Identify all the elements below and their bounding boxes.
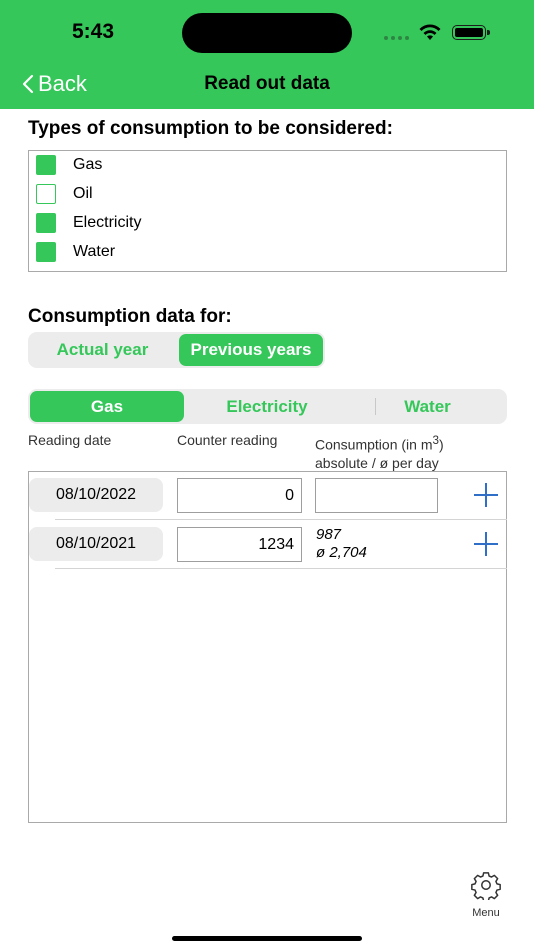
consumption-heading: Consumption data for:: [28, 306, 232, 327]
menu-button[interactable]: Menu: [466, 870, 506, 919]
consumption-input[interactable]: [315, 478, 438, 513]
segment-actual-year[interactable]: Actual year: [30, 334, 175, 366]
type-label: Gas: [73, 156, 103, 173]
type-item-oil[interactable]: Oil: [36, 184, 93, 204]
consumption-header-close: ): [438, 436, 444, 453]
checkbox[interactable]: [36, 184, 56, 204]
tab-gas[interactable]: Gas: [30, 391, 184, 422]
type-label: Electricity: [73, 214, 142, 231]
type-item-water[interactable]: Water: [36, 242, 115, 262]
consumption-header-text: Consumption (in m: [315, 436, 433, 453]
page-title: Read out data: [204, 73, 330, 94]
cellular-signal-icon: [384, 36, 410, 40]
checkbox[interactable]: [36, 155, 56, 175]
consumption-header-subtext: absolute / ø per day: [315, 454, 439, 471]
consumption-type-tabs: Gas Electricity Water: [28, 389, 507, 424]
menu-label: Menu: [472, 907, 500, 919]
consumption-per-day: ø 2,704: [316, 544, 367, 561]
status-time: 5:43: [72, 20, 115, 43]
row-divider: [55, 519, 507, 520]
checkbox[interactable]: [36, 213, 56, 233]
consumption-values: 987 ø 2,704: [316, 526, 367, 562]
column-reading-date: Reading date: [28, 432, 112, 448]
type-label: Oil: [73, 185, 93, 202]
gear-icon: [471, 872, 501, 902]
types-list: Gas Oil Electricity Water: [28, 150, 507, 272]
counter-reading-input[interactable]: 1234: [177, 527, 302, 562]
counter-reading-input[interactable]: 0: [177, 478, 302, 513]
readings-table: 08/10/2022 0 08/10/2021 1234 987 ø 2,704: [28, 471, 507, 823]
wifi-icon: [419, 24, 441, 40]
home-indicator[interactable]: [172, 936, 362, 941]
year-segmented-control: Actual year Previous years: [28, 332, 325, 368]
add-icon[interactable]: [473, 482, 499, 508]
type-item-electricity[interactable]: Electricity: [36, 213, 141, 233]
column-counter-reading: Counter reading: [177, 432, 278, 448]
reading-date-button[interactable]: 08/10/2021: [29, 527, 163, 561]
row-divider: [55, 568, 507, 569]
column-consumption: Consumption (in m3) absolute / ø per day: [315, 432, 444, 472]
checkbox[interactable]: [36, 242, 56, 262]
type-item-gas[interactable]: Gas: [36, 155, 102, 175]
type-label: Water: [73, 243, 116, 260]
battery-icon: [452, 25, 490, 40]
segment-previous-years[interactable]: Previous years: [179, 334, 323, 366]
types-heading: Types of consumption to be considered:: [28, 118, 393, 139]
consumption-absolute: 987: [316, 526, 342, 543]
tab-electricity[interactable]: Electricity: [190, 391, 344, 422]
nav-header: 5:43 Back Read out data: [0, 0, 534, 109]
tab-water[interactable]: Water: [350, 391, 505, 422]
add-icon[interactable]: [473, 531, 499, 557]
dynamic-island: [182, 13, 352, 53]
reading-date-button[interactable]: 08/10/2022: [29, 478, 163, 512]
